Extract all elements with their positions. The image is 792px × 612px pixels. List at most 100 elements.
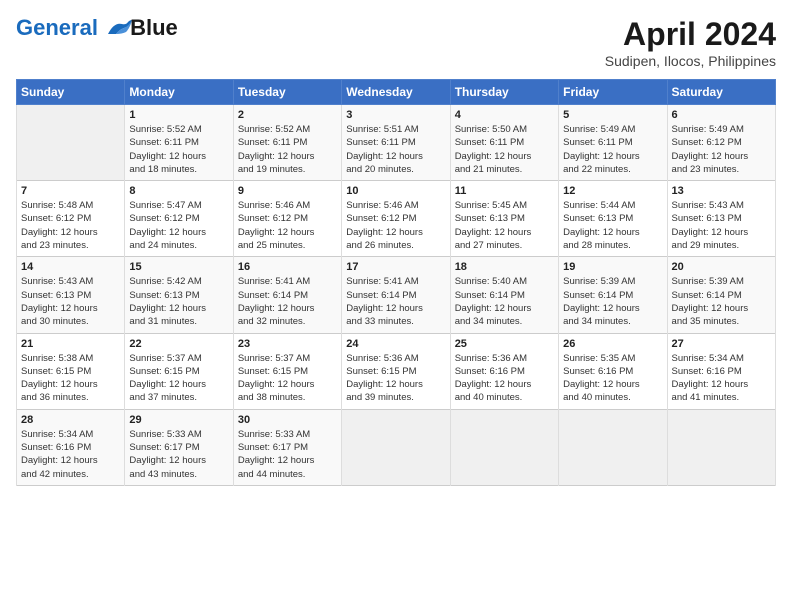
day-number: 24 (346, 338, 445, 350)
day-info: Sunrise: 5:49 AM Sunset: 6:12 PM Dayligh… (672, 123, 771, 176)
calendar-cell: 15 Sunrise: 5:42 AM Sunset: 6:13 PM Dayli… (125, 257, 233, 333)
day-number: 25 (455, 338, 554, 350)
day-info: Sunrise: 5:35 AM Sunset: 6:16 PM Dayligh… (563, 352, 662, 405)
day-info: Sunrise: 5:51 AM Sunset: 6:11 PM Dayligh… (346, 123, 445, 176)
calendar-cell: 16 Sunrise: 5:41 AM Sunset: 6:14 PM Dayli… (233, 257, 341, 333)
calendar-table: SundayMondayTuesdayWednesdayThursdayFrid… (16, 79, 776, 486)
day-info: Sunrise: 5:41 AM Sunset: 6:14 PM Dayligh… (238, 275, 337, 328)
day-number: 3 (346, 109, 445, 121)
calendar-cell (17, 105, 125, 181)
day-number: 29 (129, 414, 228, 426)
calendar-cell: 2 Sunrise: 5:52 AM Sunset: 6:11 PM Daylig… (233, 105, 341, 181)
calendar-cell: 28Sunrise: 5:34 AM Sunset: 6:16 PM Dayli… (17, 409, 125, 485)
day-number: 21 (21, 338, 120, 350)
day-info: Sunrise: 5:52 AM Sunset: 6:11 PM Dayligh… (129, 123, 228, 176)
day-info: Sunrise: 5:52 AM Sunset: 6:11 PM Dayligh… (238, 123, 337, 176)
day-number: 2 (238, 109, 337, 121)
calendar-cell: 11 Sunrise: 5:45 AM Sunset: 6:13 PM Dayli… (450, 181, 558, 257)
calendar-cell (342, 409, 450, 485)
day-info: Sunrise: 5:44 AM Sunset: 6:13 PM Dayligh… (563, 199, 662, 252)
day-number: 20 (672, 261, 771, 273)
day-number: 13 (672, 185, 771, 197)
calendar-week-row: 28Sunrise: 5:34 AM Sunset: 6:16 PM Dayli… (17, 409, 776, 485)
calendar-week-row: 21 Sunrise: 5:38 AM Sunset: 6:15 PM Dayli… (17, 333, 776, 409)
day-number: 26 (563, 338, 662, 350)
calendar-cell: 26 Sunrise: 5:35 AM Sunset: 6:16 PM Dayli… (559, 333, 667, 409)
day-info: Sunrise: 5:34 AM Sunset: 6:16 PM Dayligh… (21, 428, 120, 481)
calendar-cell: 5 Sunrise: 5:49 AM Sunset: 6:11 PM Daylig… (559, 105, 667, 181)
calendar-header-row: SundayMondayTuesdayWednesdayThursdayFrid… (17, 80, 776, 105)
day-info: Sunrise: 5:50 AM Sunset: 6:11 PM Dayligh… (455, 123, 554, 176)
day-info: Sunrise: 5:38 AM Sunset: 6:15 PM Dayligh… (21, 352, 120, 405)
calendar-cell: 19 Sunrise: 5:39 AM Sunset: 6:14 PM Dayli… (559, 257, 667, 333)
calendar-cell: 9 Sunrise: 5:46 AM Sunset: 6:12 PM Daylig… (233, 181, 341, 257)
calendar-cell (559, 409, 667, 485)
calendar-cell: 21 Sunrise: 5:38 AM Sunset: 6:15 PM Dayli… (17, 333, 125, 409)
calendar-week-row: 1Sunrise: 5:52 AM Sunset: 6:11 PM Daylig… (17, 105, 776, 181)
day-number: 11 (455, 185, 554, 197)
day-info: Sunrise: 5:33 AM Sunset: 6:17 PM Dayligh… (129, 428, 228, 481)
calendar-cell: 1Sunrise: 5:52 AM Sunset: 6:11 PM Daylig… (125, 105, 233, 181)
day-info: Sunrise: 5:47 AM Sunset: 6:12 PM Dayligh… (129, 199, 228, 252)
day-info: Sunrise: 5:39 AM Sunset: 6:14 PM Dayligh… (563, 275, 662, 328)
day-header-sunday: Sunday (17, 80, 125, 105)
day-info: Sunrise: 5:41 AM Sunset: 6:14 PM Dayligh… (346, 275, 445, 328)
day-number: 10 (346, 185, 445, 197)
day-info: Sunrise: 5:49 AM Sunset: 6:11 PM Dayligh… (563, 123, 662, 176)
location-subtitle: Sudipen, Ilocos, Philippines (605, 53, 776, 69)
month-title: April 2024 (605, 16, 776, 53)
day-info: Sunrise: 5:42 AM Sunset: 6:13 PM Dayligh… (129, 275, 228, 328)
day-number: 4 (455, 109, 554, 121)
logo-text-general: General (16, 15, 98, 40)
calendar-cell: 24 Sunrise: 5:36 AM Sunset: 6:15 PM Dayli… (342, 333, 450, 409)
calendar-cell: 23 Sunrise: 5:37 AM Sunset: 6:15 PM Dayli… (233, 333, 341, 409)
day-info: Sunrise: 5:37 AM Sunset: 6:15 PM Dayligh… (238, 352, 337, 405)
day-number: 14 (21, 261, 120, 273)
calendar-cell: 4 Sunrise: 5:50 AM Sunset: 6:11 PM Daylig… (450, 105, 558, 181)
calendar-week-row: 7 Sunrise: 5:48 AM Sunset: 6:12 PM Daylig… (17, 181, 776, 257)
day-info: Sunrise: 5:40 AM Sunset: 6:14 PM Dayligh… (455, 275, 554, 328)
calendar-cell: 18 Sunrise: 5:40 AM Sunset: 6:14 PM Dayli… (450, 257, 558, 333)
title-area: April 2024 Sudipen, Ilocos, Philippines (605, 16, 776, 69)
day-number: 5 (563, 109, 662, 121)
calendar-cell: 30 Sunrise: 5:33 AM Sunset: 6:17 PM Dayli… (233, 409, 341, 485)
day-number: 17 (346, 261, 445, 273)
calendar-cell: 6Sunrise: 5:49 AM Sunset: 6:12 PM Daylig… (667, 105, 775, 181)
calendar-cell: 22 Sunrise: 5:37 AM Sunset: 6:15 PM Dayli… (125, 333, 233, 409)
day-info: Sunrise: 5:36 AM Sunset: 6:15 PM Dayligh… (346, 352, 445, 405)
calendar-cell: 8Sunrise: 5:47 AM Sunset: 6:12 PM Daylig… (125, 181, 233, 257)
calendar-cell: 14Sunrise: 5:43 AM Sunset: 6:13 PM Dayli… (17, 257, 125, 333)
calendar-cell: 7 Sunrise: 5:48 AM Sunset: 6:12 PM Daylig… (17, 181, 125, 257)
day-info: Sunrise: 5:46 AM Sunset: 6:12 PM Dayligh… (238, 199, 337, 252)
day-number: 18 (455, 261, 554, 273)
calendar-cell: 20Sunrise: 5:39 AM Sunset: 6:14 PM Dayli… (667, 257, 775, 333)
day-header-tuesday: Tuesday (233, 80, 341, 105)
day-number: 22 (129, 338, 228, 350)
day-info: Sunrise: 5:45 AM Sunset: 6:13 PM Dayligh… (455, 199, 554, 252)
day-info: Sunrise: 5:37 AM Sunset: 6:15 PM Dayligh… (129, 352, 228, 405)
day-number: 7 (21, 185, 120, 197)
calendar-cell (450, 409, 558, 485)
logo-text-blue: Blue (130, 15, 178, 40)
day-number: 9 (238, 185, 337, 197)
calendar-cell: 17 Sunrise: 5:41 AM Sunset: 6:14 PM Dayli… (342, 257, 450, 333)
day-header-thursday: Thursday (450, 80, 558, 105)
day-info: Sunrise: 5:48 AM Sunset: 6:12 PM Dayligh… (21, 199, 120, 252)
day-number: 23 (238, 338, 337, 350)
calendar-cell: 27Sunrise: 5:34 AM Sunset: 6:16 PM Dayli… (667, 333, 775, 409)
calendar-cell: 13Sunrise: 5:43 AM Sunset: 6:13 PM Dayli… (667, 181, 775, 257)
day-header-friday: Friday (559, 80, 667, 105)
calendar-cell: 10 Sunrise: 5:46 AM Sunset: 6:12 PM Dayli… (342, 181, 450, 257)
day-number: 12 (563, 185, 662, 197)
calendar-cell: 29 Sunrise: 5:33 AM Sunset: 6:17 PM Dayli… (125, 409, 233, 485)
day-info: Sunrise: 5:46 AM Sunset: 6:12 PM Dayligh… (346, 199, 445, 252)
day-number: 19 (563, 261, 662, 273)
day-number: 16 (238, 261, 337, 273)
day-info: Sunrise: 5:33 AM Sunset: 6:17 PM Dayligh… (238, 428, 337, 481)
logo: General Blue (16, 16, 178, 40)
day-number: 30 (238, 414, 337, 426)
calendar-cell: 25Sunrise: 5:36 AM Sunset: 6:16 PM Dayli… (450, 333, 558, 409)
calendar-cell (667, 409, 775, 485)
day-header-monday: Monday (125, 80, 233, 105)
day-number: 15 (129, 261, 228, 273)
